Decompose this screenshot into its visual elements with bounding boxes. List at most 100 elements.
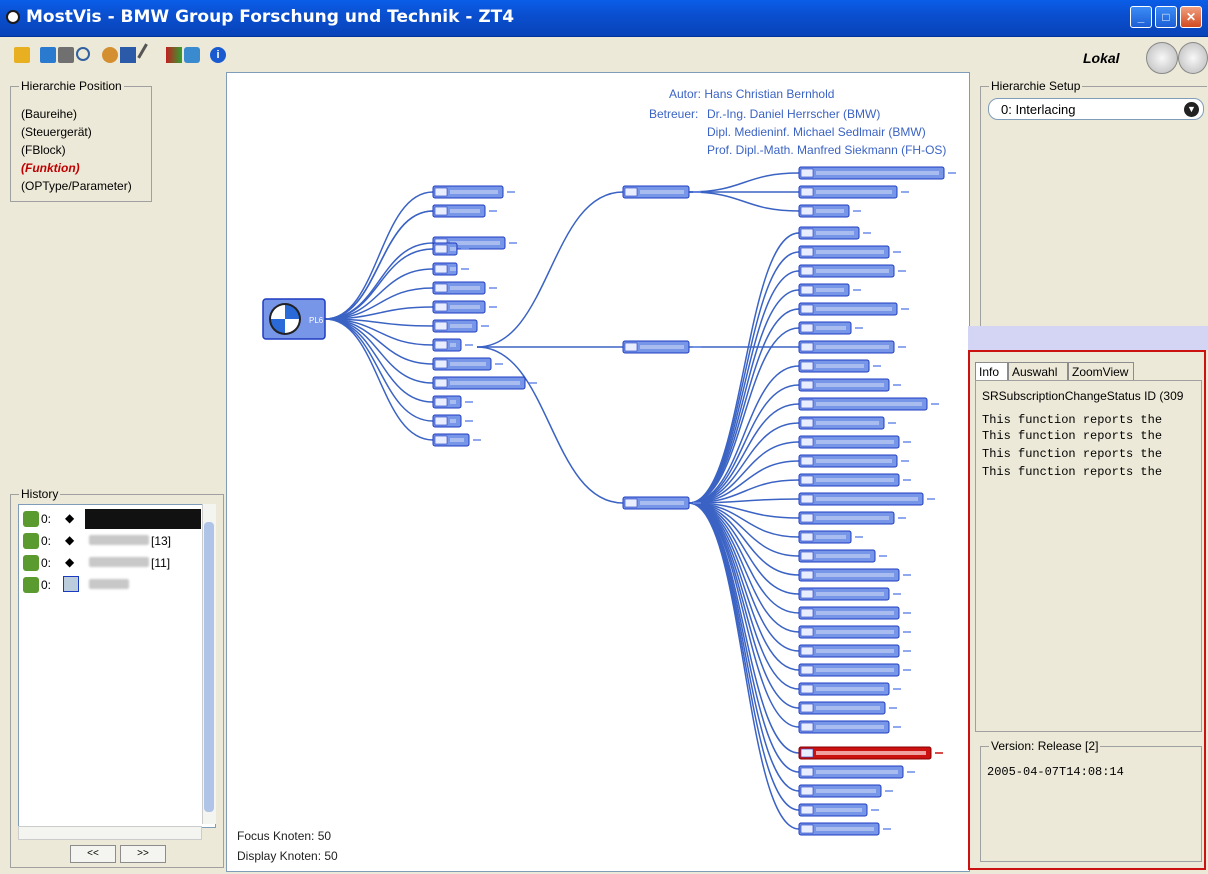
graph-node[interactable] (798, 822, 891, 836)
graph-node[interactable] (622, 496, 701, 510)
graph-node[interactable] (622, 340, 701, 354)
close-button[interactable]: ✕ (1180, 6, 1202, 28)
graph-node[interactable] (798, 359, 881, 373)
save-icon[interactable] (40, 47, 56, 63)
graph-node[interactable] (432, 433, 481, 447)
print-icon[interactable] (58, 47, 74, 63)
graph-canvas[interactable]: Autor: Hans Christian Bernhold Betreuer:… (226, 72, 970, 872)
info-panel: Info Auswahl ZoomView SRSubscriptionChan… (968, 350, 1206, 870)
graph-node[interactable] (798, 784, 893, 798)
history-horizontal-scrollbar[interactable] (18, 826, 202, 840)
scroll-thumb[interactable] (204, 522, 214, 812)
graph-node[interactable] (798, 701, 897, 715)
tab-zoomview[interactable]: ZoomView (1068, 362, 1134, 380)
graph-node[interactable] (798, 625, 911, 639)
history-row-4[interactable]: 0: (21, 575, 201, 595)
graph-node[interactable] (432, 395, 473, 409)
graph-node[interactable] (798, 720, 901, 734)
graph-edge (688, 502, 800, 595)
graph-edge (688, 251, 800, 504)
graph-node[interactable] (798, 397, 939, 411)
hierarchy-level-funktion[interactable]: (Funktion) (21, 161, 80, 175)
graph-node[interactable] (798, 530, 863, 544)
palette-icon[interactable] (102, 47, 118, 63)
graph-node[interactable] (798, 435, 911, 449)
graph-node[interactable] (798, 416, 896, 430)
graph-node[interactable] (798, 549, 887, 563)
search-icon[interactable] (76, 47, 90, 61)
maximize-button[interactable]: □ (1155, 6, 1177, 28)
graph-node[interactable] (798, 765, 915, 779)
globe-icon[interactable] (1178, 42, 1208, 74)
hierarchy-level-steuergeraet[interactable]: (Steuergerät) (21, 125, 92, 139)
graph-node[interactable] (798, 473, 911, 487)
info-icon[interactable]: i (210, 47, 226, 63)
map-icon[interactable] (1146, 42, 1178, 74)
graph-node[interactable] (432, 281, 497, 295)
hierarchy-level-baureihe[interactable]: (Baureihe) (21, 107, 77, 121)
open-folder-icon[interactable] (14, 47, 30, 63)
graph-node[interactable] (798, 340, 906, 354)
graph-node[interactable] (432, 338, 473, 352)
graph-node[interactable] (432, 300, 497, 314)
tab-info[interactable]: Info (975, 362, 1008, 380)
graph-node[interactable] (432, 204, 497, 218)
graph-node[interactable] (432, 319, 489, 333)
monitor-icon[interactable] (120, 47, 136, 63)
graph-node[interactable] (798, 166, 956, 180)
graph-node[interactable] (798, 682, 901, 696)
graph-node[interactable] (798, 283, 861, 297)
minimize-button[interactable]: _ (1130, 6, 1152, 28)
graph-node[interactable] (798, 663, 911, 677)
graph-node[interactable] (798, 204, 861, 218)
panel-divider (968, 326, 1208, 350)
hierarchy-setup-select[interactable]: 0: Interlacing ▼ (988, 98, 1204, 120)
title-bar: MostVis - BMW Group Forschung und Techni… (0, 0, 1208, 37)
history-list[interactable]: 0: ◆ 0: ◆ [13] 0: ◆ [11] 0: (18, 504, 216, 828)
graph-edge (324, 248, 434, 320)
hierarchy-level-optype[interactable]: (OPType/Parameter) (21, 179, 132, 193)
graph-node[interactable] (798, 644, 911, 658)
graph-node[interactable] (432, 357, 503, 371)
selected-graph-node[interactable] (798, 746, 943, 760)
graph-node[interactable] (622, 185, 701, 199)
history-back-button[interactable]: << (70, 845, 116, 863)
graph-node[interactable] (798, 511, 906, 525)
graph-node[interactable] (798, 803, 879, 817)
graph-node[interactable] (798, 568, 911, 582)
tool-icon[interactable] (137, 43, 162, 67)
graph-node[interactable] (798, 492, 935, 506)
graph-node[interactable] (798, 226, 871, 240)
graph-node[interactable] (432, 262, 469, 276)
document-icon[interactable] (184, 47, 200, 63)
graph-edge (324, 318, 434, 384)
history-row-2[interactable]: 0: ◆ [13] (21, 531, 201, 551)
hierarchy-graph[interactable]: PL6 (227, 73, 969, 871)
graph-node[interactable] (798, 321, 863, 335)
shapes-icon[interactable] (166, 47, 182, 63)
graph-node[interactable] (798, 245, 901, 259)
hierarchy-setup-group: Hierarchie Setup (980, 79, 1207, 327)
history-row-1[interactable]: 0: ◆ (21, 509, 201, 529)
tab-auswahl[interactable]: Auswahl (1008, 362, 1068, 380)
hierarchy-level-fblock[interactable]: (FBlock) (21, 143, 66, 157)
history-vertical-scrollbar[interactable] (202, 504, 216, 824)
graph-node[interactable] (432, 376, 537, 390)
history-forward-button[interactable]: >> (120, 845, 166, 863)
root-node[interactable]: PL6 (262, 298, 326, 340)
graph-node[interactable] (798, 185, 909, 199)
window-title: MostVis - BMW Group Forschung und Techni… (26, 7, 515, 27)
graph-node[interactable] (798, 454, 909, 468)
graph-node[interactable] (432, 185, 515, 199)
graph-node[interactable] (432, 414, 473, 428)
chevron-down-icon[interactable]: ▼ (1184, 102, 1199, 117)
graph-node[interactable] (798, 587, 901, 601)
graph-node[interactable] (798, 302, 909, 316)
graph-edge (688, 191, 800, 212)
history-row-3[interactable]: 0: ◆ [11] (21, 553, 201, 573)
graph-node[interactable] (798, 378, 901, 392)
graph-edge (688, 308, 800, 504)
graph-edge (324, 318, 434, 422)
graph-node[interactable] (798, 264, 906, 278)
graph-node[interactable] (798, 606, 911, 620)
